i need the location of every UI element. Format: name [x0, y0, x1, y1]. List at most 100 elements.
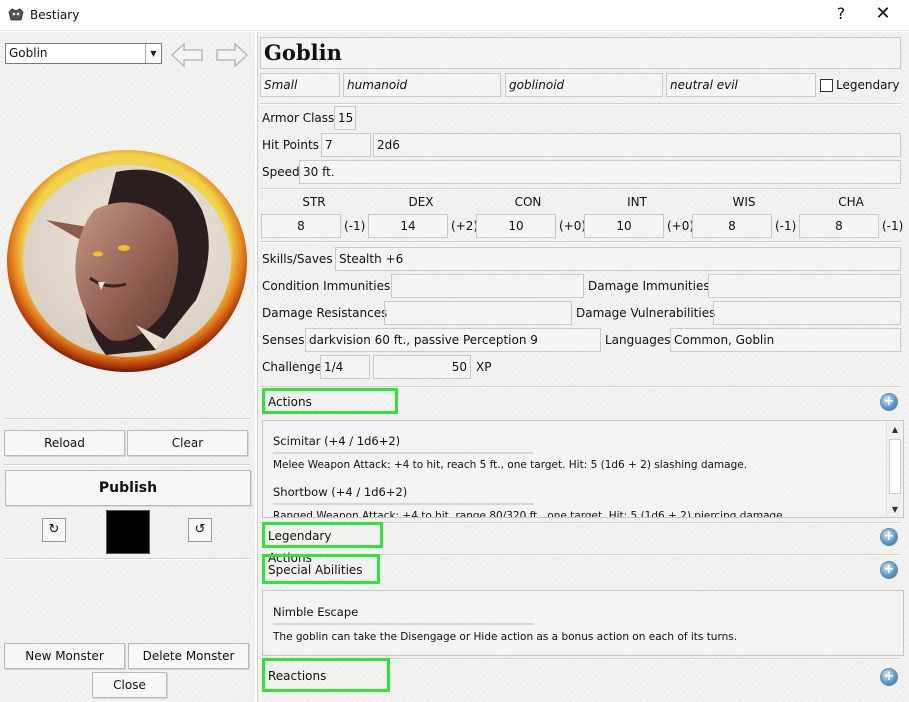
- languages-label: Languages: [605, 333, 671, 347]
- ability-score-cha[interactable]: 8: [799, 214, 879, 238]
- action-desc[interactable]: Ranged Weapon Attack: +4 to hit, range 8…: [273, 510, 786, 517]
- monster-select-value: Goblin: [9, 46, 48, 60]
- left-pane: Goblin ▼ Reload Clear Publish ↻ ↺ New Mo…: [0, 32, 255, 702]
- speed-label: Speed: [262, 165, 300, 179]
- condition-immunities-field[interactable]: [391, 274, 584, 298]
- ability-label-str: STR: [302, 195, 326, 209]
- chevron-down-icon[interactable]: ▼: [145, 44, 161, 63]
- separator: [4, 418, 250, 420]
- special-ability-desc[interactable]: The goblin can take the Disengage or Hid…: [273, 631, 737, 643]
- senses-label: Senses: [262, 333, 305, 347]
- monster-name-field[interactable]: Goblin: [260, 37, 901, 69]
- size-field[interactable]: Small: [260, 73, 340, 97]
- alignment-field[interactable]: neutral evil: [666, 73, 816, 97]
- reactions-section-label[interactable]: Reactions: [262, 658, 390, 692]
- challenge-field[interactable]: 1/4: [320, 355, 370, 379]
- entry-rule: [273, 623, 533, 625]
- add-action-icon[interactable]: +: [880, 393, 898, 411]
- rotate-left-button[interactable]: ↺: [188, 518, 212, 542]
- monster-portrait: [7, 150, 247, 372]
- actions-scrollbar[interactable]: ▲ ▼: [886, 422, 903, 517]
- damage-vulnerabilities-field[interactable]: [713, 301, 901, 325]
- hit-dice-field[interactable]: 2d6: [373, 133, 901, 157]
- monster-select[interactable]: Goblin ▼: [5, 43, 162, 64]
- ability-label-con: CON: [514, 195, 542, 209]
- action-title[interactable]: Scimitar (+4 / 1d6+2): [273, 434, 400, 448]
- actions-section-header: Actions +: [258, 386, 906, 414]
- reload-button[interactable]: Reload: [4, 430, 125, 456]
- add-legendary-action-icon[interactable]: +: [880, 528, 898, 546]
- next-arrow-icon[interactable]: [213, 40, 251, 70]
- languages-field[interactable]: Common, Goblin: [670, 328, 901, 352]
- subtype-field[interactable]: goblinoid: [505, 73, 663, 97]
- ability-mod-wis: (-1): [775, 219, 797, 233]
- stat-block-pane: Goblin Small humanoid goblinoid neutral …: [257, 32, 909, 702]
- clear-button[interactable]: Clear: [127, 430, 248, 456]
- special-abilities-section-label[interactable]: Special Abilities: [262, 554, 380, 584]
- damage-immunities-label: Damage Immunities: [588, 279, 710, 293]
- add-reaction-icon[interactable]: +: [880, 668, 898, 686]
- publish-button[interactable]: Publish: [5, 470, 251, 506]
- app-icon: [8, 8, 24, 21]
- legendary-checkbox[interactable]: [820, 79, 833, 92]
- senses-field[interactable]: darkvision 60 ft., passive Perception 9: [305, 328, 601, 352]
- damage-resistances-field[interactable]: [384, 301, 572, 325]
- legendary-label: Legendary: [836, 78, 900, 92]
- scroll-up-icon[interactable]: ▲: [887, 422, 903, 438]
- color-swatch[interactable]: [106, 510, 150, 554]
- ability-mod-cha: (-1): [882, 219, 904, 233]
- xp-field[interactable]: 50: [373, 355, 471, 379]
- ability-label-wis: WIS: [732, 195, 756, 209]
- special-abilities-panel: Nimble Escape The goblin can take the Di…: [262, 590, 904, 656]
- condition-immunities-label: Condition Immunities: [262, 279, 391, 293]
- ability-block: STR 8 (-1) DEX 14 (+2) CON 10 (+0) INT 1…: [258, 190, 908, 240]
- rotate-right-button[interactable]: ↻: [42, 518, 66, 542]
- close-button[interactable]: Close: [92, 672, 167, 698]
- xp-label: XP: [476, 360, 492, 374]
- type-field[interactable]: humanoid: [343, 73, 501, 97]
- speed-field[interactable]: 30 ft.: [299, 160, 901, 184]
- ability-score-str[interactable]: 8: [261, 214, 341, 238]
- skills-field[interactable]: Stealth +6: [335, 247, 901, 271]
- add-special-ability-icon[interactable]: +: [880, 561, 898, 579]
- separator: [260, 103, 901, 105]
- ability-score-con[interactable]: 10: [476, 214, 556, 238]
- challenge-label: Challenge: [262, 360, 322, 374]
- armor-class-field[interactable]: 15: [334, 106, 356, 130]
- entry-rule: [273, 503, 533, 505]
- ability-mod-dex: (+2): [451, 219, 479, 233]
- ability-label-cha: CHA: [838, 195, 864, 209]
- delete-monster-button[interactable]: Delete Monster: [128, 643, 249, 669]
- hit-points-label: Hit Points: [262, 138, 319, 152]
- reactions-section-header: Reactions +: [258, 658, 906, 692]
- ability-label-dex: DEX: [408, 195, 434, 209]
- damage-vulnerabilities-label: Damage Vulnerabilities: [576, 306, 716, 320]
- ability-score-dex[interactable]: 14: [368, 214, 448, 238]
- help-button[interactable]: ?: [832, 4, 850, 23]
- actions-panel: Scimitar (+4 / 1d6+2) Melee Weapon Attac…: [262, 420, 904, 518]
- title-bar: Bestiary ? ✕: [0, 0, 909, 31]
- separator: [4, 464, 250, 466]
- new-monster-button[interactable]: New Monster: [4, 643, 125, 669]
- ability-mod-int: (+0): [667, 219, 695, 233]
- action-title[interactable]: Shortbow (+4 / 1d6+2): [273, 485, 407, 499]
- scroll-thumb[interactable]: [889, 439, 901, 494]
- ability-mod-con: (+0): [559, 219, 587, 233]
- actions-section-label[interactable]: Actions: [262, 388, 398, 414]
- hit-points-field[interactable]: 7: [321, 133, 371, 157]
- special-ability-title[interactable]: Nimble Escape: [273, 605, 358, 619]
- scroll-down-icon[interactable]: ▼: [887, 502, 903, 517]
- special-abilities-section-header: Special Abilities +: [258, 554, 906, 584]
- separator: [4, 558, 250, 560]
- ability-score-int[interactable]: 10: [584, 214, 664, 238]
- close-window-button[interactable]: ✕: [872, 3, 894, 24]
- legendary-actions-section-label[interactable]: Legendary Actions: [262, 522, 383, 565]
- action-desc[interactable]: Melee Weapon Attack: +4 to hit, reach 5 …: [273, 459, 747, 471]
- damage-immunities-field[interactable]: [708, 274, 901, 298]
- ability-mod-str: (-1): [344, 219, 366, 233]
- armor-class-label: Armor Class: [262, 111, 335, 125]
- separator: [260, 241, 901, 243]
- previous-arrow-icon[interactable]: [168, 40, 206, 70]
- ability-score-wis[interactable]: 8: [692, 214, 772, 238]
- entry-rule: [273, 452, 533, 454]
